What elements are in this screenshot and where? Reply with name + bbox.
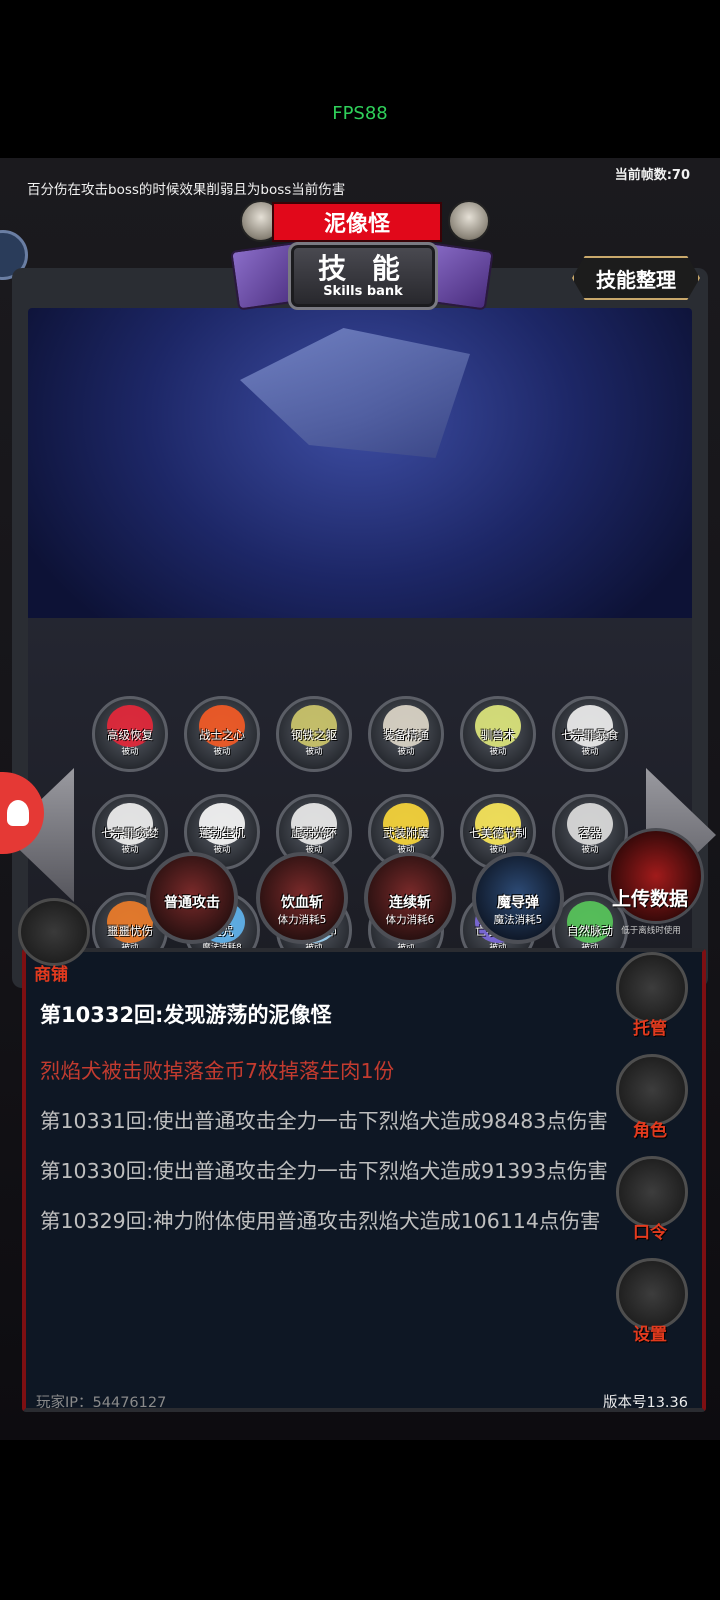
skill-slot[interactable]: 七宗罪贪婪 被动 bbox=[92, 794, 168, 870]
action-skill-button[interactable]: 魔导弹魔法消耗5 bbox=[472, 852, 564, 944]
log-line: 第10330回:使出普通攻击全力一击下烈焰犬造成91393点伤害 bbox=[40, 1159, 608, 1183]
skill-tag: 被动 bbox=[397, 747, 415, 757]
frame-count: 当前帧数:70 bbox=[614, 168, 690, 183]
side-button-label: 角色 bbox=[633, 1121, 667, 1141]
game-screen: 百分伤在攻击boss的时候效果削弱且为boss当前伤害 当前帧数:70 泥像怪 … bbox=[0, 158, 720, 1440]
side-button-label: 设置 bbox=[633, 1325, 667, 1345]
skill-name: 虚弱光环 bbox=[291, 826, 337, 840]
skill-slot[interactable]: 高级恢复 被动 bbox=[92, 696, 168, 772]
skills-subtitle: Skills bank bbox=[323, 283, 403, 299]
battle-log: 第10332回:发现游荡的泥像怪烈焰犬被击败掉落金币7枚掉落生肉1份第10331… bbox=[40, 1000, 610, 1256]
skill-tag: 被动 bbox=[489, 747, 507, 757]
side-button-settings[interactable]: 设置 bbox=[614, 1258, 688, 1354]
upload-note: 低于离线时使用 bbox=[621, 926, 681, 936]
version-label: 版本号13.36 bbox=[602, 1395, 688, 1411]
user-icon bbox=[7, 800, 29, 826]
action-skill-button[interactable]: 普通攻击 bbox=[146, 852, 238, 944]
skill-tag: 被动 bbox=[581, 747, 599, 757]
skill-name: 七美德节制 bbox=[469, 826, 527, 840]
action-skill-cost: 体力消耗5 bbox=[277, 914, 327, 926]
skill-name: 七宗罪贪婪 bbox=[101, 826, 159, 840]
skill-slot[interactable]: 战士之心 被动 bbox=[184, 696, 260, 772]
shop-icon bbox=[18, 898, 90, 966]
side-button-code[interactable]: 口令 bbox=[614, 1156, 688, 1252]
player-ip: 玩家IP：54476127 bbox=[36, 1395, 167, 1411]
skill-tag: 被动 bbox=[305, 747, 323, 757]
skill-name: 驯兽术 bbox=[480, 728, 516, 742]
action-skill-button[interactable]: 连续斩体力消耗6 bbox=[364, 852, 456, 944]
skill-tag: 被动 bbox=[213, 747, 231, 757]
skill-tag: 被动 bbox=[121, 845, 139, 855]
skill-slot[interactable]: 驯兽术 被动 bbox=[460, 696, 536, 772]
tip-text: 百分伤在攻击boss的时候效果削弱且为boss当前伤害 bbox=[27, 182, 346, 198]
upload-label: 上传数据 bbox=[611, 888, 688, 910]
log-line: 第10332回:发现游荡的泥像怪 bbox=[40, 1003, 332, 1027]
skill-tag: 被动 bbox=[121, 747, 139, 757]
skill-name: 钢铁之躯 bbox=[291, 728, 337, 742]
shop-label: 商铺 bbox=[34, 965, 68, 985]
side-button-label: 托管 bbox=[633, 1019, 667, 1039]
skills-bank-title: 技 能 Skills bank bbox=[288, 242, 438, 310]
log-line: 第10329回:神力附体使用普通攻击烈焰犬造成106114点伤害 bbox=[40, 1209, 601, 1233]
log-line: 第10331回:使出普通攻击全力一击下烈焰犬造成98483点伤害 bbox=[40, 1109, 608, 1133]
skill-name: 战士之心 bbox=[199, 728, 245, 742]
skill-slot[interactable]: 装备精通 被动 bbox=[368, 696, 444, 772]
skills-title: 技 能 bbox=[318, 251, 408, 285]
action-skill-name: 饮血斩 bbox=[281, 895, 323, 911]
skill-name: 蓬勃生机 bbox=[199, 826, 245, 840]
action-skill-cost: 魔法消耗5 bbox=[493, 914, 543, 926]
fps-counter: FPS88 bbox=[332, 103, 388, 124]
action-skill-name: 魔导弹 bbox=[497, 895, 539, 911]
skill-name: 七宗罪暴食 bbox=[561, 728, 619, 742]
action-skill-name: 普通攻击 bbox=[164, 895, 220, 911]
skill-slot[interactable]: 钢铁之躯 被动 bbox=[276, 696, 352, 772]
upload-data-button[interactable]: 上传数据 低于离线时使用 bbox=[596, 828, 706, 938]
shop-button[interactable]: 商铺 bbox=[16, 898, 90, 985]
action-skill-button[interactable]: 饮血斩体力消耗5 bbox=[256, 852, 348, 944]
boss-name-banner: 泥像怪 bbox=[272, 202, 442, 242]
action-skill-name: 连续斩 bbox=[389, 895, 431, 911]
skull-icon bbox=[448, 200, 490, 242]
organize-skills-button[interactable]: 技能整理 bbox=[572, 256, 700, 300]
action-skill-cost: 体力消耗6 bbox=[385, 914, 435, 926]
skill-name: 高级恢复 bbox=[107, 728, 153, 742]
skill-name: 武装附魔 bbox=[383, 826, 429, 840]
side-button-role[interactable]: 角色 bbox=[614, 1054, 688, 1150]
side-button-auto[interactable]: 托管 bbox=[614, 952, 688, 1048]
log-line: 烈焰犬被击败掉落金币7枚掉落生肉1份 bbox=[40, 1059, 395, 1083]
side-button-label: 口令 bbox=[633, 1223, 667, 1243]
skill-name: 装备精通 bbox=[383, 728, 429, 742]
skill-slot[interactable]: 七宗罪暴食 被动 bbox=[552, 696, 628, 772]
